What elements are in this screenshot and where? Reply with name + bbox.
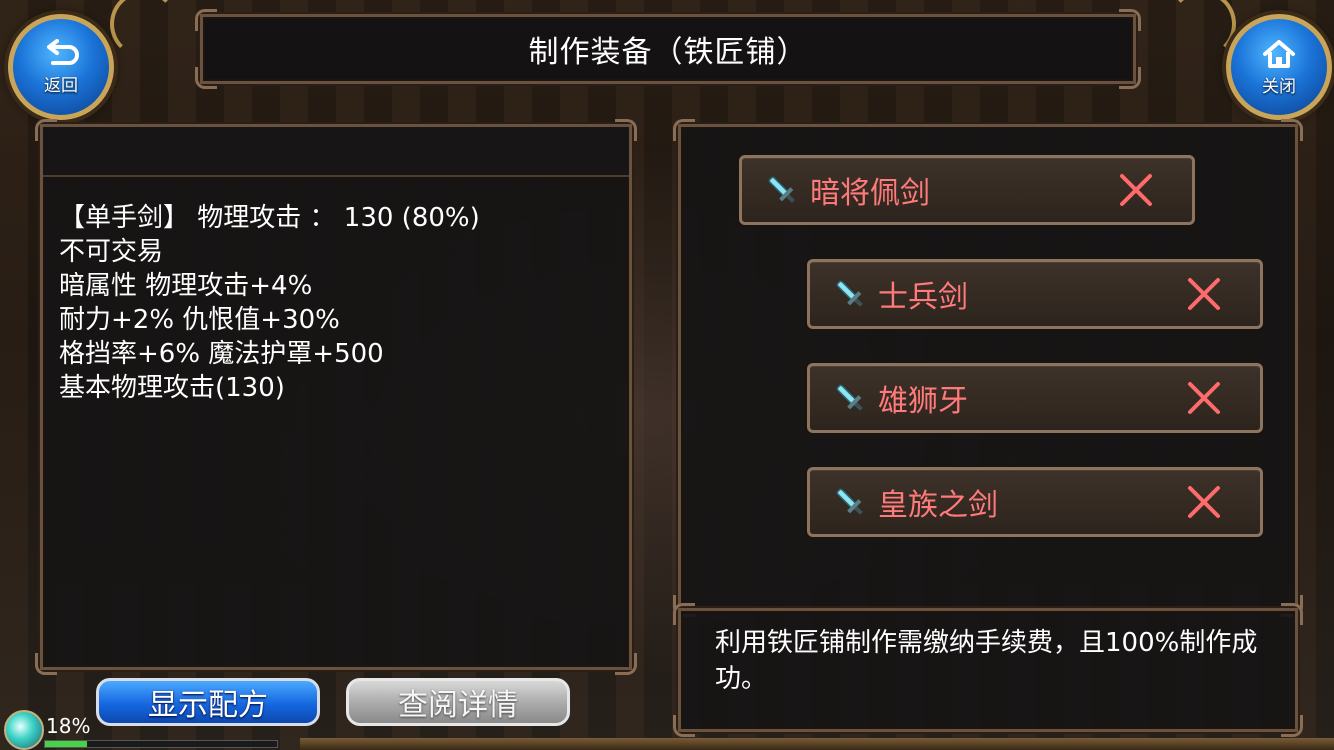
recipe-item[interactable]: 雄狮牙: [807, 363, 1263, 433]
progress-percent: 18%: [46, 714, 91, 738]
recipe-item[interactable]: 皇族之剑: [807, 467, 1263, 537]
progress-bar: [44, 740, 278, 748]
frame-corner: [1281, 603, 1303, 625]
home-icon: [1263, 39, 1295, 68]
sword-icon: [836, 488, 863, 515]
item-base-attack: 基本物理攻击(130): [59, 373, 285, 403]
frame-corner: [1281, 119, 1303, 141]
item-stat-line: 暗属性 物理攻击+4%: [59, 271, 313, 301]
info-header-strip: [43, 127, 629, 177]
recipe-item-name: 士兵剑: [878, 280, 968, 315]
frame-corner: [615, 653, 637, 675]
description-panel: 利用铁匠铺制作需缴纳手续费，且100%制作成功。: [673, 603, 1303, 737]
status-area: 18%: [0, 708, 300, 750]
recipe-list-panel: 暗将佩剑 士兵剑 雄狮牙 皇族之剑: [673, 119, 1303, 617]
close-button[interactable]: 关闭: [1226, 14, 1332, 120]
item-stat-line: 耐力+2% 仇恨值+30%: [59, 305, 340, 335]
item-stat-line: 格挡率+6% 魔法护罩+500: [59, 339, 384, 369]
frame-corner: [35, 653, 57, 675]
page-title: 制作装备（铁匠铺）: [528, 35, 808, 70]
recipe-item[interactable]: 暗将佩剑: [739, 155, 1195, 225]
frame-corner: [673, 119, 695, 141]
view-detail-button[interactable]: 查阅详情: [346, 678, 570, 726]
frame-corner: [673, 715, 695, 737]
back-button[interactable]: 返回: [8, 14, 114, 120]
bottom-bar: [300, 738, 1334, 750]
close-label: 关闭: [1262, 76, 1296, 97]
x-icon: [1120, 174, 1152, 206]
back-label: 返回: [44, 75, 78, 96]
item-trade-status: 不可交易: [59, 237, 164, 267]
recipe-item[interactable]: 士兵剑: [807, 259, 1263, 329]
recipe-item-name: 雄狮牙: [878, 384, 968, 419]
sword-icon: [836, 280, 863, 307]
recipe-item-name: 皇族之剑: [878, 488, 998, 523]
x-icon: [1188, 278, 1220, 310]
item-type-attack: 【单手剑】 物理攻击 ： 130 (80%): [59, 203, 480, 233]
description-text: 利用铁匠铺制作需缴纳手续费，且100%制作成功。: [715, 628, 1258, 694]
x-icon: [1188, 382, 1220, 414]
frame-corner: [1281, 715, 1303, 737]
title-bar: 制作装备（铁匠铺）: [195, 9, 1141, 89]
back-arrow-icon: [47, 38, 79, 65]
sword-icon: [768, 176, 795, 203]
x-icon: [1188, 486, 1220, 518]
recipe-item-name: 暗将佩剑: [810, 176, 930, 211]
item-info-panel: 【单手剑】 物理攻击 ： 130 (80%) 不可交易 暗属性 物理攻击+4% …: [35, 119, 637, 675]
frame-corner: [673, 603, 695, 625]
sword-icon: [836, 384, 863, 411]
item-stats: 【单手剑】 物理攻击 ： 130 (80%) 不可交易 暗属性 物理攻击+4% …: [59, 201, 619, 405]
progress-fill: [45, 741, 87, 747]
energy-orb-icon: [4, 710, 44, 750]
